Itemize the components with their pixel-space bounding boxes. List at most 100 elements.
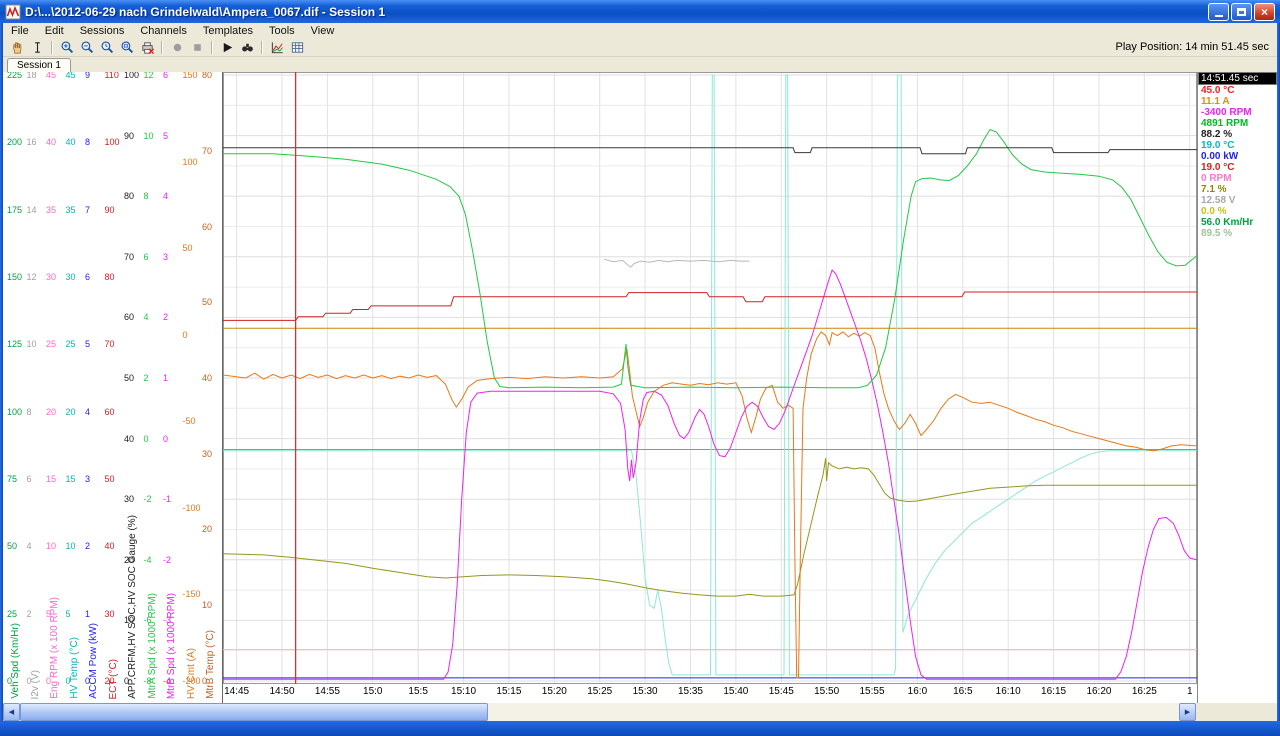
record-button[interactable]	[167, 39, 187, 56]
axis-title: APP,CRFM,HV SOC,HV SOC Gauge (%)	[127, 515, 138, 699]
axis-tick-label: -2	[144, 494, 152, 504]
axis-tick-label: 15	[46, 474, 56, 484]
axis-tick-label: -4	[144, 555, 152, 565]
legend-value: 4891 RPM	[1198, 118, 1277, 129]
axis-tick-label: 20	[202, 524, 212, 534]
axis-tick-label: 100	[105, 137, 120, 147]
zoom-window-button[interactable]	[117, 39, 137, 56]
axis-tick-label: 0	[163, 434, 168, 444]
legend-value: -3400 RPM	[1198, 107, 1277, 118]
axis-tick-label: 80	[105, 272, 115, 282]
legend-value: 7.1 %	[1198, 184, 1277, 195]
axis-title: MtrB Temp (°C)	[205, 630, 216, 699]
x-axis-label: 15:5	[408, 686, 427, 697]
legend-value: 45.0 °C	[1198, 85, 1277, 96]
scroll-left-button[interactable]: ◀	[3, 703, 20, 721]
x-axis-label: 15:30	[633, 686, 658, 697]
axis-tick-label: 10	[46, 541, 56, 551]
series-mtrb-spd	[223, 270, 1197, 679]
axis-tick-label: 30	[202, 449, 212, 459]
menu-file[interactable]: File	[3, 23, 37, 38]
tab-session-1[interactable]: Session 1	[7, 58, 71, 72]
axis-tick-label: 70	[105, 339, 115, 349]
stop-button[interactable]	[187, 39, 207, 56]
axis-tick-label: 25	[46, 339, 56, 349]
scroll-right-button[interactable]: ▶	[1179, 703, 1196, 721]
axis-title: ECT (°C)	[108, 659, 119, 699]
find-button[interactable]	[237, 39, 257, 56]
maximize-button[interactable]	[1231, 3, 1252, 21]
axis-tick-label: 110	[105, 72, 119, 80]
play-icon	[220, 40, 235, 55]
minimize-button[interactable]	[1208, 3, 1229, 21]
zoom-time-button[interactable]	[97, 39, 117, 56]
axis-tick-label: 45	[46, 72, 56, 80]
zoom-out-button[interactable]	[77, 39, 97, 56]
menu-tools[interactable]: Tools	[261, 23, 303, 38]
axis-tick-label: 60	[202, 222, 212, 232]
menu-edit[interactable]: Edit	[37, 23, 72, 38]
series-mtra-spd	[223, 130, 1197, 388]
series-i2v	[604, 259, 749, 267]
x-axis-label: 1	[1187, 686, 1193, 697]
menu-sessions[interactable]: Sessions	[72, 23, 133, 38]
series-app	[223, 458, 1197, 596]
axis-tick-label: -50	[183, 416, 196, 426]
toolbar-separator	[161, 41, 163, 54]
x-axis-label: 16:10	[996, 686, 1021, 697]
left-axes-panel: 2252001751501251007550250Veh Spd (Km/Hr)…	[3, 72, 222, 703]
title-bar[interactable]: D:\...\2012-06-29 nach Grindelwald\Amper…	[0, 0, 1280, 23]
legend-value: 12.58 V	[1198, 195, 1277, 206]
axis-tick-label: 7	[85, 205, 90, 215]
x-axis-label: 15:45	[769, 686, 794, 697]
menu-templates[interactable]: Templates	[195, 23, 261, 38]
legend-value: 11.1 A	[1198, 96, 1277, 107]
menu-bar: FileEditSessionsChannelsTemplatesToolsVi…	[3, 23, 1277, 38]
horizontal-scrollbar[interactable]: ◀ ▶	[3, 703, 1196, 721]
menu-channels[interactable]: Channels	[132, 23, 194, 38]
axis-title: MtrB Spd (x 1000 RPM)	[166, 593, 177, 699]
zoom-time-icon	[100, 40, 115, 55]
minimize-icon	[1215, 15, 1223, 17]
menu-view[interactable]: View	[303, 23, 343, 38]
axis-tick-label: 175	[7, 205, 22, 215]
axis-tick-label: 2	[144, 373, 149, 383]
chart-view-button[interactable]	[267, 39, 287, 56]
legend-value: 0.00 kW	[1198, 151, 1277, 162]
axis-tick-label: 8	[85, 137, 90, 147]
axis-tick-label: 125	[7, 339, 22, 349]
close-button[interactable]: ×	[1254, 3, 1275, 21]
zoom-in-button[interactable]	[57, 39, 77, 56]
axis-tick-label: -150	[183, 589, 201, 599]
table-view-button[interactable]	[287, 39, 307, 56]
legend-panel: 14:51.45 sec45.0 °C11.1 A-3400 RPM4891 R…	[1198, 72, 1277, 703]
ibeam-cursor-icon	[30, 40, 45, 55]
app-icon	[5, 4, 21, 20]
play-button[interactable]	[217, 39, 237, 56]
chart-view-icon	[270, 40, 285, 55]
legend-value: 56.0 Km/Hr	[1198, 217, 1277, 228]
axis-tick-label: 150	[183, 72, 198, 80]
legend-value: 0.0 %	[1198, 206, 1277, 217]
legend-value: 0 RPM	[1198, 173, 1277, 184]
axis-hv-temp-c: 454035302520151050HV Temp (°C)	[66, 72, 86, 703]
toolbar: Play Position: 14 min 51.45 sec	[3, 38, 1277, 57]
axis-tick-label: 1	[163, 373, 168, 383]
axis-title: HV Temp (°C)	[69, 637, 80, 699]
ibeam-cursor-button[interactable]	[27, 39, 47, 56]
axis-tick-label: 10	[66, 541, 76, 551]
chart-canvas[interactable]	[223, 72, 1197, 684]
scrollbar-track[interactable]	[20, 703, 1179, 721]
x-axis-label: 15:15	[496, 686, 521, 697]
axis-tick-label: 0	[144, 434, 149, 444]
axis-tick-label: 18	[27, 72, 37, 80]
scrollbar-thumb[interactable]	[20, 703, 488, 721]
plot-area[interactable]: 14:4514:5014:5515:015:515:1015:1515:2015…	[222, 72, 1198, 703]
axis-tick-label: 8	[27, 407, 32, 417]
print-button[interactable]	[137, 39, 157, 56]
axis-tick-label: 40	[124, 434, 134, 444]
axis-tick-label: 6	[27, 474, 32, 484]
pan-hand-button[interactable]	[7, 39, 27, 56]
axis-tick-label: 80	[124, 191, 134, 201]
axis-tick-label: 9	[85, 72, 90, 80]
